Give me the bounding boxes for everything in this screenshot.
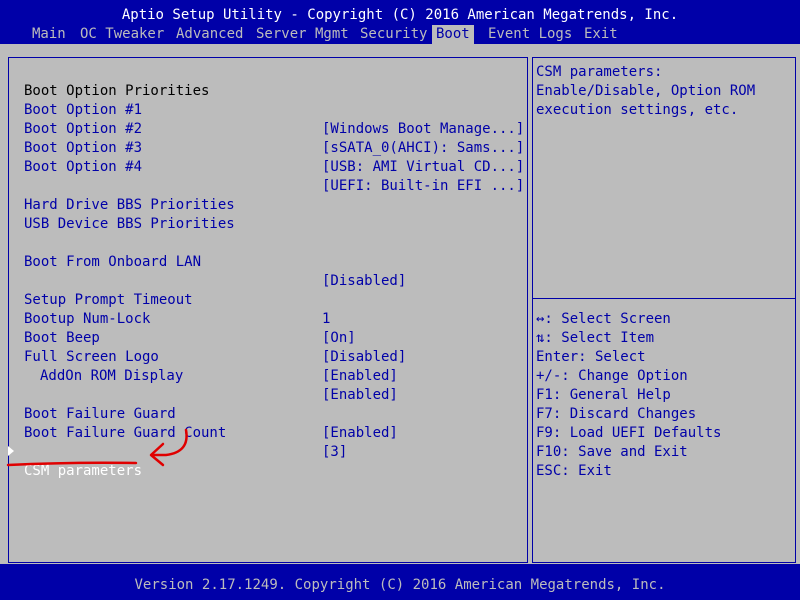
boot-option-2-row[interactable]: Boot Option #2 [sSATA_0(AHCI): Sams...] — [24, 101, 524, 156]
usb-bbs-label[interactable]: USB Device BBS Priorities — [24, 215, 235, 234]
addon-rom-row[interactable]: AddOn ROM Display [Enabled] — [24, 348, 524, 403]
key-esc-exit: ESC: Exit — [536, 463, 612, 479]
tab-server-mgmt[interactable]: Server Mgmt — [256, 25, 349, 44]
numlock-row[interactable]: Bootup Num-Lock [On] — [24, 291, 524, 346]
key-general-help: F1: General Help — [536, 387, 671, 403]
logo-row[interactable]: Full Screen Logo [Enabled] — [24, 329, 524, 384]
footer-bar: Version 2.17.1249. Copyright (C) 2016 Am… — [0, 564, 800, 600]
tab-exit[interactable]: Exit — [584, 25, 618, 44]
tab-security[interactable]: Security — [360, 25, 427, 44]
prompt-timeout-row[interactable]: Setup Prompt Timeout 1 — [24, 272, 524, 327]
tab-event-logs[interactable]: Event Logs — [488, 25, 572, 44]
logo-value[interactable]: [Enabled] — [322, 367, 398, 386]
help-line-1: CSM parameters: — [536, 64, 663, 80]
usb-bbs-row[interactable]: USB Device BBS Priorities — [24, 196, 524, 232]
hdd-bbs-row[interactable]: Hard Drive BBS Priorities — [24, 177, 524, 213]
submenu-arrow-icon — [8, 446, 14, 456]
key-save-exit: F10: Save and Exit — [536, 444, 688, 460]
menu-bar: Main OC Tweaker Advanced Server Mgmt Sec… — [0, 25, 800, 44]
section-header: Boot Option Priorities — [24, 63, 524, 99]
app-title: Aptio Setup Utility - Copyright (C) 2016… — [121, 7, 679, 23]
key-select-screen: ↔: Select Screen — [536, 311, 671, 327]
help-line-3: execution settings, etc. — [536, 102, 739, 118]
tab-oc-tweaker[interactable]: OC Tweaker — [80, 25, 164, 44]
onboard-lan-row[interactable]: Boot From Onboard LAN [Disabled] — [24, 234, 524, 289]
help-divider — [532, 298, 796, 299]
beep-row[interactable]: Boot Beep [Disabled] — [24, 310, 524, 365]
failure-guard-value[interactable]: [Enabled] — [322, 424, 398, 443]
key-change-option: +/-: Change Option — [536, 368, 688, 384]
key-discard-changes: F7: Discard Changes — [536, 406, 697, 422]
boot-option-1-row[interactable]: Boot Option #1 [Windows Boot Manage...] — [24, 82, 524, 137]
key-select-item: ⇅: Select Item — [536, 330, 655, 346]
onboard-lan-label: Boot From Onboard LAN — [24, 254, 202, 270]
csm-label[interactable]: CSM parameters — [24, 462, 142, 481]
title-bar: Aptio Setup Utility - Copyright (C) 2016… — [0, 0, 800, 44]
csm-row[interactable]: CSM parameters — [24, 443, 524, 479]
tab-boot[interactable]: Boot — [432, 25, 474, 44]
boot-option-4-row[interactable]: Boot Option #4 [UEFI: Built-in EFI ...] — [24, 139, 524, 194]
failure-guard-count-label: Boot Failure Guard Count — [24, 425, 227, 441]
help-line-2: Enable/Disable, Option ROM — [536, 83, 756, 99]
boot-option-4-label: Boot Option #4 — [24, 159, 143, 175]
key-load-defaults: F9: Load UEFI Defaults — [536, 425, 722, 441]
addon-rom-label: AddOn ROM Display — [40, 368, 184, 384]
footer-text: Version 2.17.1249. Copyright (C) 2016 Am… — [134, 577, 666, 593]
tab-main[interactable]: Main — [32, 25, 66, 44]
failure-guard-row[interactable]: Boot Failure Guard [Enabled] — [24, 386, 524, 441]
key-enter: Enter: Select — [536, 349, 646, 365]
tab-advanced[interactable]: Advanced — [176, 25, 243, 44]
failure-guard-count-row[interactable]: Boot Failure Guard Count [3] — [24, 405, 524, 460]
boot-option-3-value[interactable]: [USB: AMI Virtual CD...] — [322, 158, 524, 177]
boot-option-3-row[interactable]: Boot Option #3 [USB: AMI Virtual CD...] — [24, 120, 524, 175]
